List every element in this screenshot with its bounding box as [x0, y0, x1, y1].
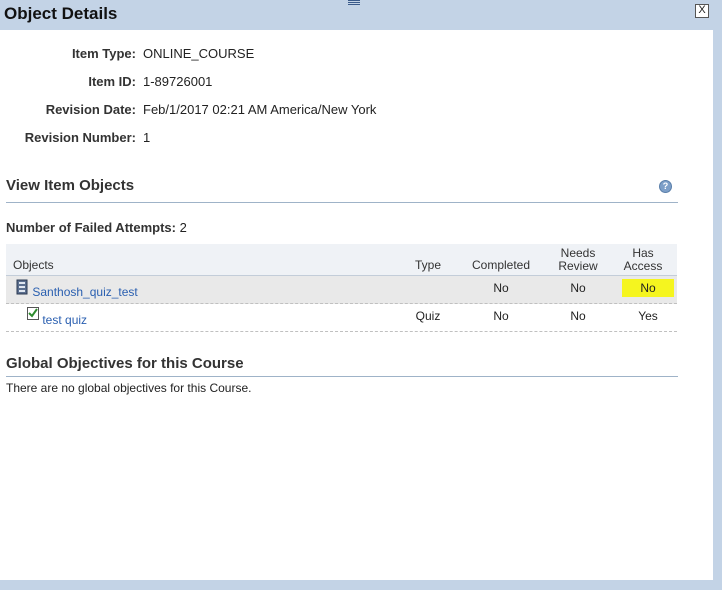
header-needs-review-line2: Review: [558, 259, 598, 273]
detail-label: Item ID:: [88, 74, 136, 89]
cell-needs-review: No: [570, 281, 586, 295]
object-link-santhosh-quiz-test[interactable]: Santhosh_quiz_test: [32, 285, 137, 299]
detail-value: 1-89726001: [143, 74, 213, 89]
header-has-access-line2: Access: [623, 259, 663, 273]
header-has-access: Has Access: [619, 247, 667, 273]
global-objectives-message: There are no global objectives for this …: [6, 381, 252, 395]
table-row: test quiz Quiz No No Yes: [6, 304, 677, 332]
dialog-content: Item Type: ONLINE_COURSE Item ID: 1-8972…: [0, 30, 713, 580]
cell-has-access: Yes: [638, 309, 658, 323]
detail-value: ONLINE_COURSE: [143, 46, 255, 61]
global-objectives-header: Global Objectives for this Course: [6, 355, 678, 377]
item-objects-table: Objects Type Completed Needs Review Has …: [6, 244, 677, 332]
object-cell: Santhosh_quiz_test: [15, 279, 138, 299]
table-header: Objects Type Completed Needs Review Has …: [6, 244, 677, 276]
course-icon: [15, 279, 29, 298]
detail-label: Revision Number:: [24, 130, 136, 145]
header-needs-review: Needs Review: [551, 247, 605, 273]
detail-label: Item Type:: [71, 46, 136, 61]
drag-handle-icon[interactable]: [348, 0, 360, 5]
quiz-checkbox-icon: [27, 307, 39, 323]
section-title: Global Objectives for this Course: [6, 355, 244, 372]
dialog-titlebar: Object Details X: [0, 0, 722, 30]
object-link-test-quiz[interactable]: test quiz: [42, 313, 87, 327]
table-row: Santhosh_quiz_test No No No: [6, 276, 677, 304]
header-type: Type: [414, 258, 441, 272]
cell-has-access: No: [622, 279, 674, 297]
header-completed: Completed: [471, 258, 531, 272]
cell-completed: No: [493, 309, 509, 323]
section-title: View Item Objects: [6, 177, 135, 194]
header-objects: Objects: [13, 258, 54, 272]
question-icon[interactable]: ?: [659, 180, 672, 193]
cell-needs-review: No: [570, 309, 586, 323]
detail-value: 1: [143, 130, 151, 145]
detail-value: Feb/1/2017 02:21 AM America/New York: [143, 102, 377, 117]
close-button[interactable]: X: [695, 4, 709, 18]
view-item-objects-header: View Item Objects ?: [6, 177, 678, 203]
failed-attempts-value: 2: [179, 220, 187, 235]
object-cell: test quiz: [27, 307, 87, 327]
cell-type: Quiz: [415, 309, 441, 323]
failed-attempts: Number of Failed Attempts: 2: [6, 220, 187, 235]
cell-completed: No: [493, 281, 509, 295]
failed-attempts-label: Number of Failed Attempts:: [6, 220, 176, 235]
dialog-title: Object Details: [4, 4, 118, 23]
detail-label: Revision Date:: [45, 102, 136, 117]
